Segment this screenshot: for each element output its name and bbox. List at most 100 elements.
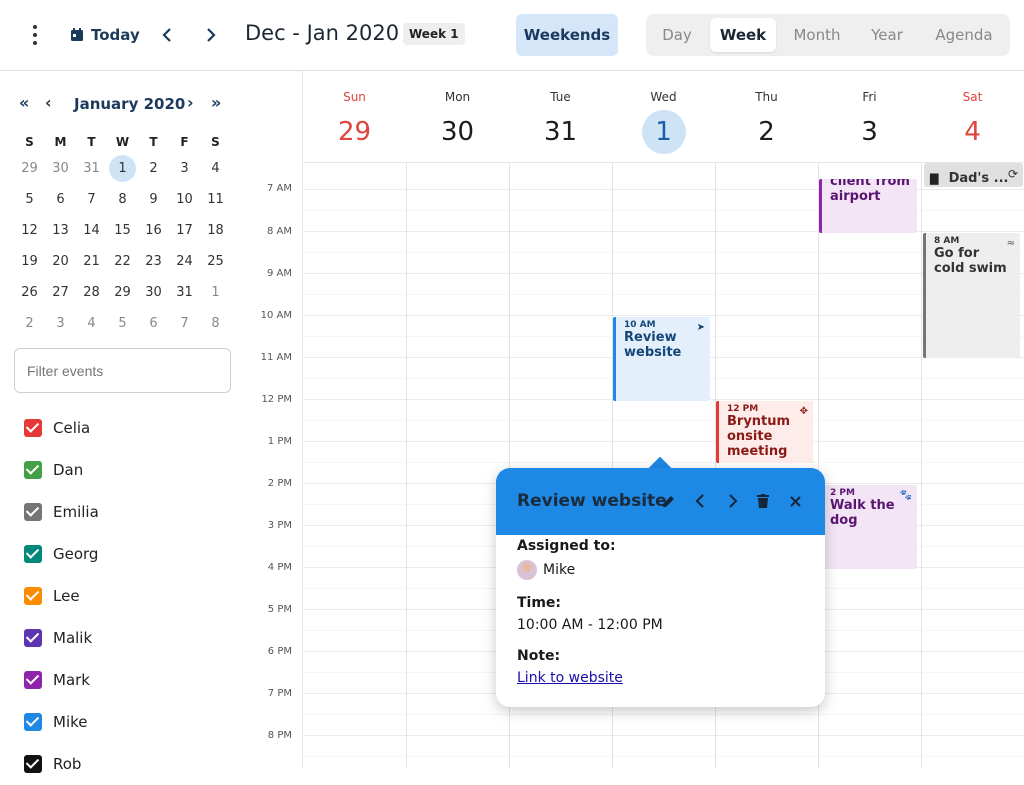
- mini-day[interactable]: 8: [107, 184, 138, 215]
- mini-day[interactable]: 17: [169, 215, 200, 246]
- mini-day[interactable]: 11: [200, 184, 231, 215]
- view-month-button[interactable]: Month: [788, 18, 846, 52]
- mini-day[interactable]: 29: [107, 277, 138, 308]
- day-header-mon[interactable]: Mon 30: [406, 71, 509, 163]
- mini-day[interactable]: 4: [200, 153, 231, 184]
- mini-day[interactable]: 2: [138, 153, 169, 184]
- mini-day[interactable]: 9: [138, 184, 169, 215]
- checkbox-checked-icon[interactable]: [24, 713, 42, 731]
- mini-day[interactable]: 10: [169, 184, 200, 215]
- day-header-sun[interactable]: Sun 29: [303, 71, 406, 163]
- mini-day[interactable]: 30: [45, 153, 76, 184]
- mini-day[interactable]: 12: [14, 215, 45, 246]
- checkbox-checked-icon[interactable]: [24, 419, 42, 437]
- checkbox-checked-icon[interactable]: [24, 545, 42, 563]
- mini-day[interactable]: 18: [200, 215, 231, 246]
- checkbox-checked-icon[interactable]: [24, 629, 42, 647]
- weekends-toggle-button[interactable]: Weekends: [516, 14, 618, 56]
- mini-day[interactable]: 14: [76, 215, 107, 246]
- mini-day[interactable]: 25: [200, 246, 231, 277]
- next-button[interactable]: [196, 20, 226, 50]
- day-column-divider: [406, 163, 407, 768]
- day-header-fri[interactable]: Fri 3: [818, 71, 921, 163]
- event-bryntum-meeting[interactable]: 12 PM Bryntum onsite meeting ✥: [716, 401, 813, 463]
- event-airport[interactable]: client from airport: [819, 179, 917, 233]
- previous-month-icon[interactable]: ‹: [45, 93, 52, 112]
- resource-item-celia[interactable]: Celia: [24, 407, 99, 449]
- filter-events-input[interactable]: [14, 348, 231, 393]
- checkbox-checked-icon[interactable]: [24, 503, 42, 521]
- resource-item-rob[interactable]: Rob: [24, 743, 99, 785]
- hour-gridline: [303, 441, 1024, 442]
- event-review-website[interactable]: 10 AM Review website ➤: [613, 317, 710, 401]
- mini-day[interactable]: 31: [76, 153, 107, 184]
- previous-year-icon[interactable]: «: [19, 93, 29, 112]
- mini-day[interactable]: 30: [138, 277, 169, 308]
- resource-item-mark[interactable]: Mark: [24, 659, 99, 701]
- mini-day[interactable]: 16: [138, 215, 169, 246]
- day-date: 29: [337, 117, 372, 147]
- mini-day[interactable]: 15: [107, 215, 138, 246]
- resource-item-lee[interactable]: Lee: [24, 575, 99, 617]
- checkbox-checked-icon[interactable]: [24, 755, 42, 773]
- next-month-icon[interactable]: ›: [187, 93, 194, 112]
- mini-day[interactable]: 7: [169, 308, 200, 339]
- mini-day[interactable]: 6: [138, 308, 169, 339]
- today-button[interactable]: Today: [62, 18, 148, 52]
- mini-day[interactable]: 5: [107, 308, 138, 339]
- next-event-icon[interactable]: [722, 490, 744, 512]
- event-walk-dog[interactable]: 2 PM Walk the dog 🐾: [819, 485, 917, 569]
- note-link[interactable]: Link to website: [517, 670, 623, 686]
- resource-item-dan[interactable]: Dan: [24, 449, 99, 491]
- close-icon[interactable]: [784, 490, 806, 512]
- day-header-tue[interactable]: Tue 31: [509, 71, 612, 163]
- cursor-icon: ➤: [696, 322, 705, 333]
- allday-event[interactable]: ▇ Dad's ... ⟳: [924, 163, 1023, 187]
- day-header-sat[interactable]: Sat 4: [921, 71, 1024, 163]
- view-agenda-button[interactable]: Agenda: [928, 18, 1000, 52]
- resource-item-georg[interactable]: Georg: [24, 533, 99, 575]
- mini-day[interactable]: 22: [107, 246, 138, 277]
- delete-icon[interactable]: [752, 490, 774, 512]
- mini-day[interactable]: 3: [45, 308, 76, 339]
- hour-gridline: [303, 735, 1024, 736]
- mini-day[interactable]: 20: [45, 246, 76, 277]
- mini-day[interactable]: 7: [76, 184, 107, 215]
- mini-day[interactable]: 28: [76, 277, 107, 308]
- checkbox-checked-icon[interactable]: [24, 587, 42, 605]
- resource-item-mike[interactable]: Mike: [24, 701, 99, 743]
- checkbox-checked-icon[interactable]: [24, 671, 42, 689]
- mini-day[interactable]: 8: [200, 308, 231, 339]
- time-label: 2 PM: [267, 478, 292, 489]
- mini-day[interactable]: 5: [14, 184, 45, 215]
- more-menu-icon[interactable]: [22, 22, 48, 48]
- view-day-button[interactable]: Day: [654, 18, 700, 52]
- mini-day[interactable]: 6: [45, 184, 76, 215]
- mini-day[interactable]: 21: [76, 246, 107, 277]
- day-header-wed[interactable]: Wed 1: [612, 71, 715, 163]
- mini-day[interactable]: 31: [169, 277, 200, 308]
- mini-day[interactable]: 23: [138, 246, 169, 277]
- event-cold-swim[interactable]: 8 AM Go for cold swim ≈: [923, 233, 1020, 358]
- checkbox-checked-icon[interactable]: [24, 461, 42, 479]
- mini-day[interactable]: 3: [169, 153, 200, 184]
- mini-day[interactable]: 26: [14, 277, 45, 308]
- mini-day[interactable]: 13: [45, 215, 76, 246]
- mini-day-today[interactable]: 1: [107, 153, 138, 184]
- resource-item-malik[interactable]: Malik: [24, 617, 99, 659]
- next-year-icon[interactable]: »: [211, 93, 221, 112]
- mini-day[interactable]: 27: [45, 277, 76, 308]
- view-week-button[interactable]: Week: [710, 18, 776, 52]
- mini-day[interactable]: 19: [14, 246, 45, 277]
- day-header-thu[interactable]: Thu 2: [715, 71, 818, 163]
- previous-button[interactable]: [152, 20, 182, 50]
- mini-day[interactable]: 2: [14, 308, 45, 339]
- mini-day[interactable]: 29: [14, 153, 45, 184]
- view-year-button[interactable]: Year: [864, 18, 910, 52]
- mini-day[interactable]: 4: [76, 308, 107, 339]
- mini-day[interactable]: 24: [169, 246, 200, 277]
- mini-day[interactable]: 1: [200, 277, 231, 308]
- edit-icon[interactable]: [658, 490, 680, 512]
- resource-item-emilia[interactable]: Emilia: [24, 491, 99, 533]
- previous-event-icon[interactable]: [689, 490, 711, 512]
